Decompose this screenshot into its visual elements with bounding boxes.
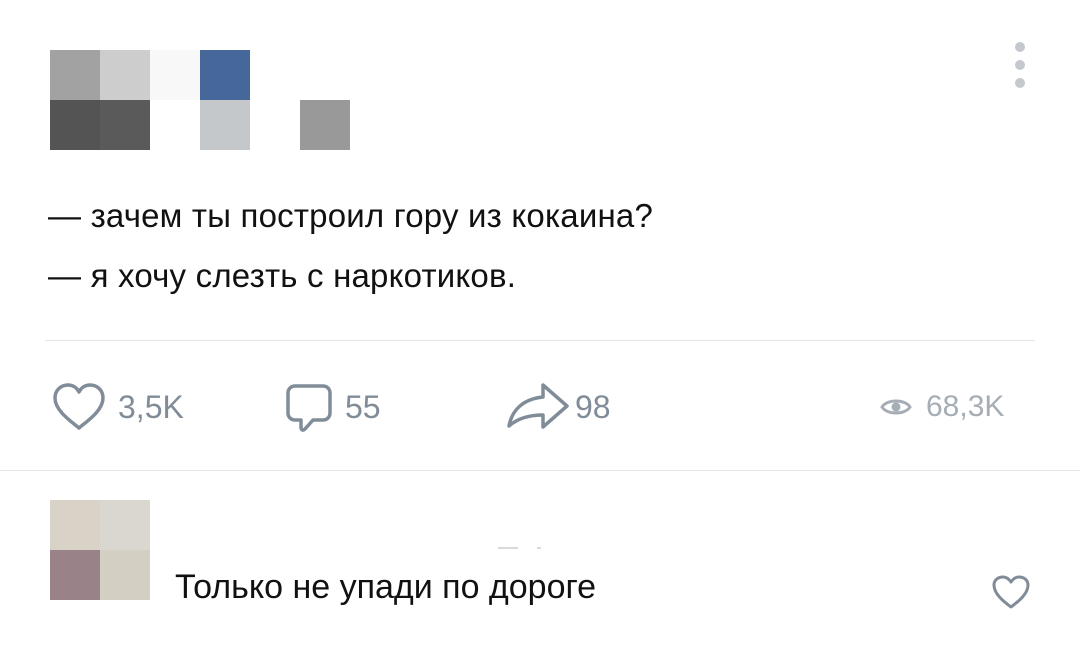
comment-bubble-icon	[286, 384, 332, 432]
post-text-line-2: — я хочу слезть с наркотиков.	[48, 257, 517, 294]
redacted-pixel	[50, 550, 100, 600]
redacted-speck	[537, 547, 541, 549]
redacted-pixel	[50, 50, 100, 100]
redacted-pixel	[150, 50, 200, 100]
heart-outline-icon	[53, 383, 105, 430]
redacted-pixel	[100, 50, 150, 100]
share-arrow-icon	[507, 383, 569, 429]
comment-text: Только не упади по дороге	[175, 568, 597, 606]
post-author-redacted[interactable]	[50, 50, 350, 150]
redacted-pixel	[50, 100, 100, 150]
comment-count: 55	[345, 388, 381, 425]
redacted-pixel	[50, 500, 100, 550]
like-button[interactable]: 3,5K	[50, 380, 184, 434]
section-divider	[0, 470, 1080, 471]
redacted-pixel	[100, 550, 150, 600]
post-divider	[45, 340, 1035, 341]
commenter-avatar-redacted[interactable]	[50, 500, 150, 600]
views-count: 68,3K	[926, 390, 1005, 423]
redacted-pixel	[200, 100, 250, 150]
redacted-pixel	[300, 100, 350, 150]
eye-icon	[880, 399, 912, 415]
redacted-pixel	[100, 100, 150, 150]
share-count: 98	[575, 388, 611, 425]
views-indicator: 68,3K	[880, 380, 1004, 434]
share-button[interactable]: 98	[505, 380, 611, 434]
redacted-speck	[498, 547, 518, 549]
post-text-line-1: — зачем ты построил гору из кокаина?	[48, 197, 654, 234]
comment-like-heart-icon[interactable]	[990, 573, 1032, 611]
more-options-icon[interactable]	[1008, 40, 1032, 90]
redacted-pixel	[100, 500, 150, 550]
comment-button[interactable]: 55	[283, 380, 381, 434]
like-count: 3,5K	[118, 388, 184, 425]
redacted-pixel	[200, 50, 250, 100]
